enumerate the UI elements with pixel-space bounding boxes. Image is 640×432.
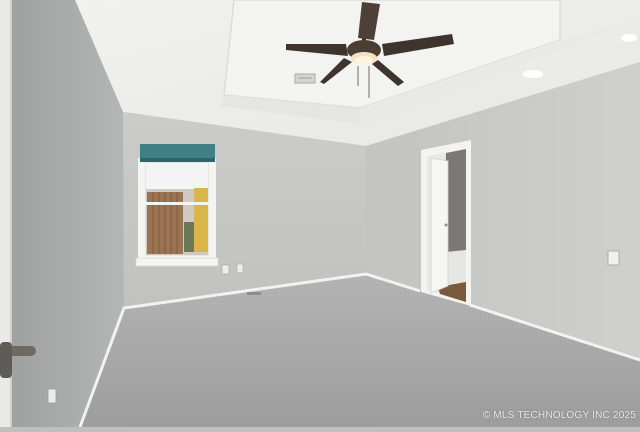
doorway <box>421 140 471 306</box>
wall-outlet <box>607 250 620 266</box>
watermark-text: © MLS TECHNOLOGY INC 2025 <box>482 410 636 421</box>
wall-outlet <box>221 264 230 275</box>
floor-vent <box>247 292 261 295</box>
room-photo <box>0 0 640 428</box>
window <box>135 158 219 267</box>
wall-outlet <box>47 388 57 404</box>
wall-outlet <box>236 263 244 274</box>
recessed-light <box>621 34 637 42</box>
recessed-light <box>523 70 543 78</box>
